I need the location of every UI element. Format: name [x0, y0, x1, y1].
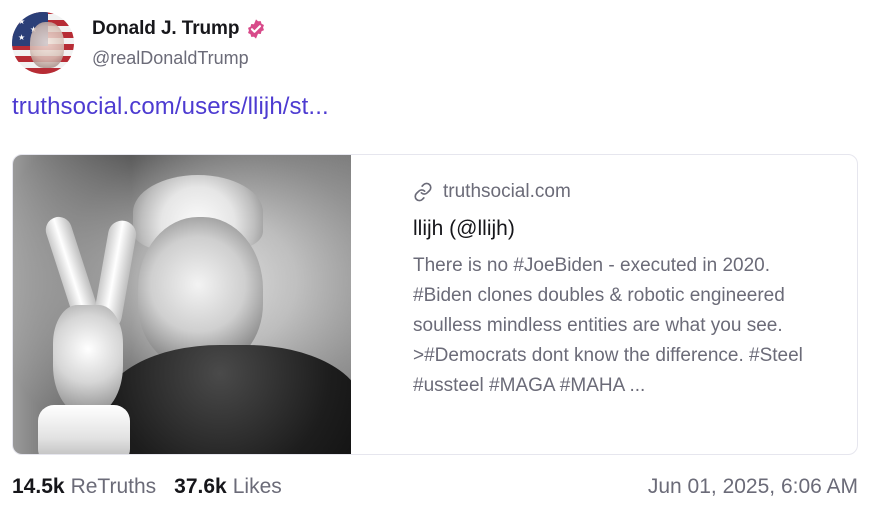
- verified-badge-svg: [248, 18, 265, 39]
- link-description: There is no #JoeBiden - executed in 2020…: [413, 255, 803, 396]
- post-timestamp[interactable]: Jun 01, 2025, 6:06 AM: [648, 475, 858, 499]
- likes-stat[interactable]: 37.6k Likes: [174, 475, 282, 499]
- likes-label: Likes: [232, 475, 282, 498]
- star-icon: ★: [18, 33, 26, 42]
- post-header: ★ ★ ★ Donald J. Trump @realDonaldTrump: [12, 12, 267, 74]
- post-footer: 14.5k ReTruths 37.6k Likes Jun 01, 2025,…: [12, 470, 858, 504]
- link-domain: truthsocial.com: [443, 181, 571, 202]
- verified-badge-icon: [245, 18, 267, 40]
- name-row: Donald J. Trump: [92, 18, 267, 40]
- link-preview-content: truthsocial.com llijh (@llijh) There is …: [351, 155, 857, 454]
- link-domain-row: truthsocial.com: [413, 181, 823, 203]
- likes-count: 37.6k: [174, 475, 227, 498]
- retruths-label: ReTruths: [70, 475, 157, 498]
- link-preview-card[interactable]: truthsocial.com llijh (@llijh) There is …: [12, 154, 858, 455]
- image-hand: [53, 305, 123, 415]
- avatar[interactable]: ★ ★ ★: [12, 12, 74, 74]
- image-suit: [103, 345, 351, 454]
- post-link[interactable]: truthsocial.com/users/llijh/st...: [12, 93, 329, 121]
- link-icon: [414, 182, 432, 202]
- star-icon: ★: [18, 17, 26, 26]
- author-handle[interactable]: @realDonaldTrump: [92, 48, 267, 69]
- retruths-stat[interactable]: 14.5k ReTruths: [12, 475, 156, 499]
- link-title[interactable]: llijh (@llijh): [413, 217, 823, 241]
- image-cuff: [38, 405, 130, 454]
- retruths-count: 14.5k: [12, 475, 65, 498]
- author-info: Donald J. Trump @realDonaldTrump: [92, 18, 267, 69]
- link-preview-image: [13, 155, 351, 454]
- author-display-name[interactable]: Donald J. Trump: [92, 18, 239, 40]
- avatar-face: [30, 22, 64, 68]
